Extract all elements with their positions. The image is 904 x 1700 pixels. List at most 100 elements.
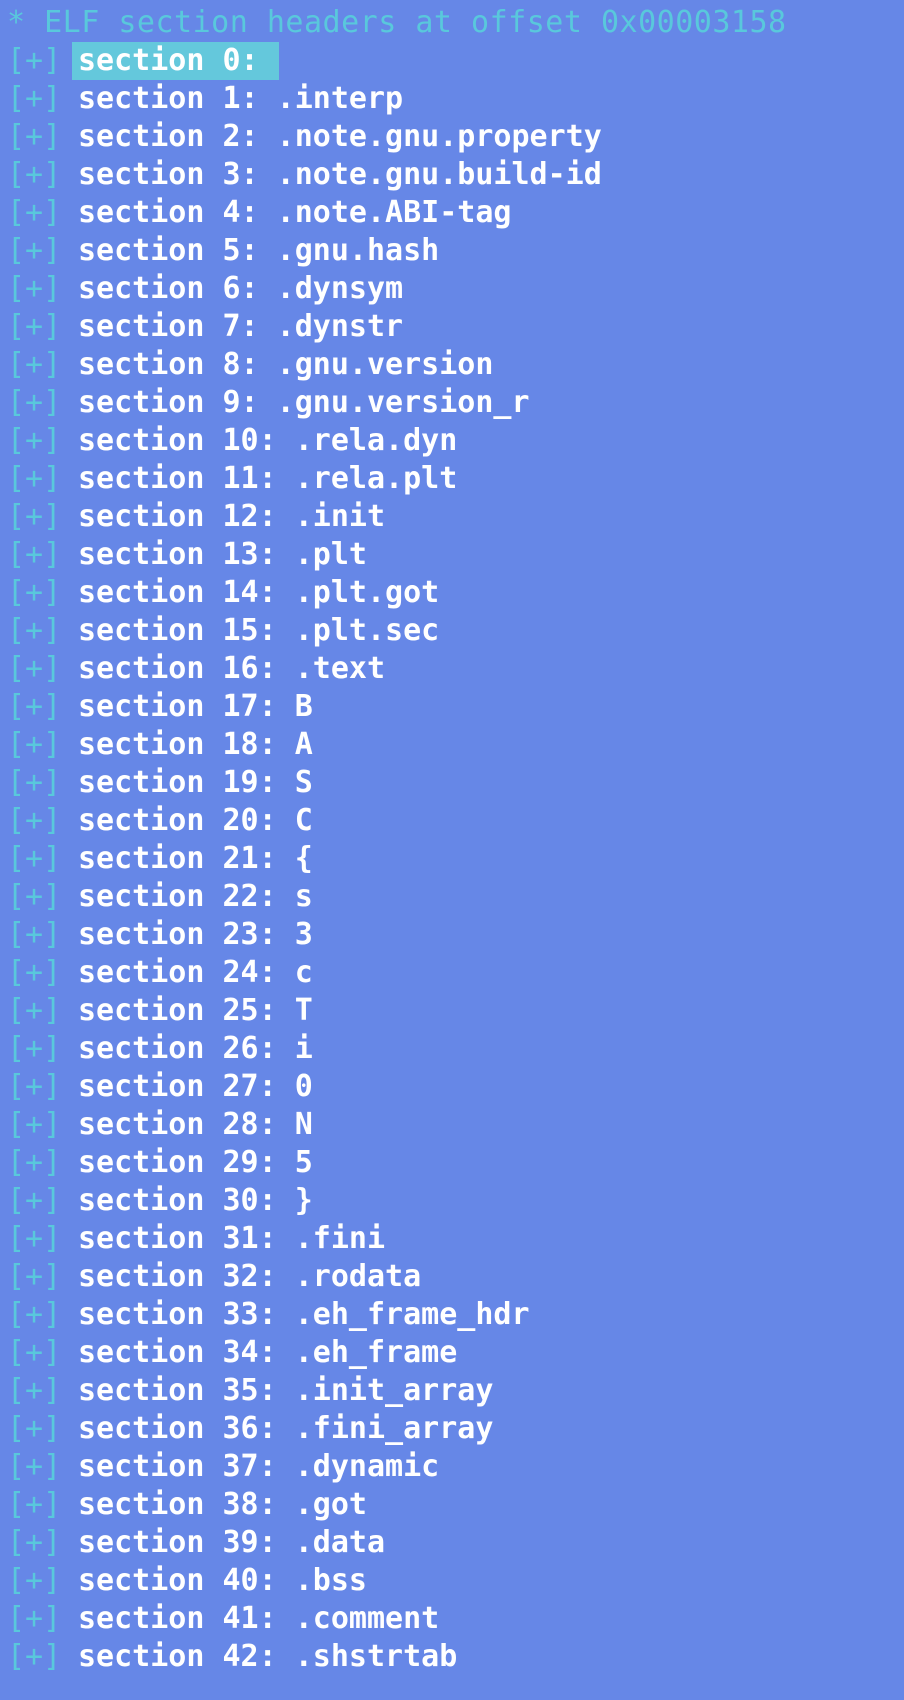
section-label[interactable]: section 30: }: [72, 1182, 315, 1220]
section-row[interactable]: [+] section 38: .got: [0, 1486, 904, 1524]
section-label[interactable]: section 3: .note.gnu.build-id: [72, 156, 604, 194]
expand-toggle-icon[interactable]: [+]: [0, 460, 72, 498]
section-label[interactable]: section 16: .text: [72, 650, 387, 688]
section-label[interactable]: section 27: 0: [72, 1068, 315, 1106]
section-row[interactable]: [+] section 30: }: [0, 1182, 904, 1220]
section-row[interactable]: [+] section 37: .dynamic: [0, 1448, 904, 1486]
section-row[interactable]: [+] section 2: .note.gnu.property: [0, 118, 904, 156]
section-row[interactable]: [+] section 31: .fini: [0, 1220, 904, 1258]
section-label[interactable]: section 21: {: [72, 840, 315, 878]
section-label[interactable]: section 39: .data: [72, 1524, 387, 1562]
section-row[interactable]: [+] section 36: .fini_array: [0, 1410, 904, 1448]
section-label[interactable]: section 31: .fini: [72, 1220, 387, 1258]
section-label-selected[interactable]: section 0:: [72, 42, 279, 80]
expand-toggle-icon[interactable]: [+]: [0, 1068, 72, 1106]
section-label[interactable]: section 33: .eh_frame_hdr: [72, 1296, 532, 1334]
section-row[interactable]: [+] section 18: A: [0, 726, 904, 764]
expand-toggle-icon[interactable]: [+]: [0, 574, 72, 612]
section-label[interactable]: section 36: .fini_array: [72, 1410, 495, 1448]
expand-toggle-icon[interactable]: [+]: [0, 916, 72, 954]
section-row[interactable]: [+] section 7: .dynstr: [0, 308, 904, 346]
section-label[interactable]: section 1: .interp: [72, 80, 405, 118]
section-label[interactable]: section 9: .gnu.version_r: [72, 384, 532, 422]
section-label[interactable]: section 19: S: [72, 764, 315, 802]
section-row[interactable]: [+] section 25: T: [0, 992, 904, 1030]
section-row[interactable]: [+] section 41: .comment: [0, 1600, 904, 1638]
section-row[interactable]: [+] section 20: C: [0, 802, 904, 840]
section-row[interactable]: [+] section 40: .bss: [0, 1562, 904, 1600]
section-row[interactable]: [+] section 3: .note.gnu.build-id: [0, 156, 904, 194]
expand-toggle-icon[interactable]: [+]: [0, 1030, 72, 1068]
expand-toggle-icon[interactable]: [+]: [0, 1106, 72, 1144]
section-row[interactable]: [+] section 17: B: [0, 688, 904, 726]
section-label[interactable]: section 26: i: [72, 1030, 315, 1068]
section-label[interactable]: section 35: .init_array: [72, 1372, 495, 1410]
section-label[interactable]: section 23: 3: [72, 916, 315, 954]
section-row[interactable]: [+] section 28: N: [0, 1106, 904, 1144]
section-label[interactable]: section 28: N: [72, 1106, 315, 1144]
expand-toggle-icon[interactable]: [+]: [0, 878, 72, 916]
expand-toggle-icon[interactable]: [+]: [0, 1448, 72, 1486]
expand-toggle-icon[interactable]: [+]: [0, 726, 72, 764]
expand-toggle-icon[interactable]: [+]: [0, 764, 72, 802]
expand-toggle-icon[interactable]: [+]: [0, 80, 72, 118]
expand-toggle-icon[interactable]: [+]: [0, 232, 72, 270]
section-row[interactable]: [+] section 21: {: [0, 840, 904, 878]
expand-toggle-icon[interactable]: [+]: [0, 1638, 72, 1676]
expand-toggle-icon[interactable]: [+]: [0, 650, 72, 688]
expand-toggle-icon[interactable]: [+]: [0, 498, 72, 536]
expand-toggle-icon[interactable]: [+]: [0, 954, 72, 992]
section-label[interactable]: section 38: .got: [72, 1486, 369, 1524]
section-row[interactable]: [+] section 24: c: [0, 954, 904, 992]
section-row[interactable]: [+] section 14: .plt.got: [0, 574, 904, 612]
section-label[interactable]: section 42: .shstrtab: [72, 1638, 459, 1676]
expand-toggle-icon[interactable]: [+]: [0, 384, 72, 422]
section-row[interactable]: [+] section 39: .data: [0, 1524, 904, 1562]
section-label[interactable]: section 18: A: [72, 726, 315, 764]
section-row[interactable]: [+] section 23: 3: [0, 916, 904, 954]
section-label[interactable]: section 41: .comment: [72, 1600, 441, 1638]
section-row[interactable]: [+] section 42: .shstrtab: [0, 1638, 904, 1676]
expand-toggle-icon[interactable]: [+]: [0, 1182, 72, 1220]
section-label[interactable]: section 22: s: [72, 878, 315, 916]
section-row[interactable]: [+] section 19: S: [0, 764, 904, 802]
section-label[interactable]: section 25: T: [72, 992, 315, 1030]
expand-toggle-icon[interactable]: [+]: [0, 1486, 72, 1524]
section-label[interactable]: section 12: .init: [72, 498, 387, 536]
section-label[interactable]: section 2: .note.gnu.property: [72, 118, 604, 156]
section-row[interactable]: [+] section 16: .text: [0, 650, 904, 688]
expand-toggle-icon[interactable]: [+]: [0, 1600, 72, 1638]
expand-toggle-icon[interactable]: [+]: [0, 1258, 72, 1296]
section-label[interactable]: section 10: .rela.dyn: [72, 422, 459, 460]
section-row[interactable]: [+] section 33: .eh_frame_hdr: [0, 1296, 904, 1334]
section-row[interactable]: [+] section 5: .gnu.hash: [0, 232, 904, 270]
section-label[interactable]: section 34: .eh_frame: [72, 1334, 459, 1372]
section-row[interactable]: [+] section 11: .rela.plt: [0, 460, 904, 498]
section-row[interactable]: [+] section 13: .plt: [0, 536, 904, 574]
expand-toggle-icon[interactable]: [+]: [0, 802, 72, 840]
expand-toggle-icon[interactable]: [+]: [0, 1524, 72, 1562]
section-row[interactable]: [+] section 22: s: [0, 878, 904, 916]
section-label[interactable]: section 20: C: [72, 802, 315, 840]
section-row[interactable]: [+] section 8: .gnu.version: [0, 346, 904, 384]
section-row[interactable]: [+] section 4: .note.ABI-tag: [0, 194, 904, 232]
expand-toggle-icon[interactable]: [+]: [0, 1334, 72, 1372]
section-label[interactable]: section 32: .rodata: [72, 1258, 423, 1296]
expand-toggle-icon[interactable]: [+]: [0, 156, 72, 194]
section-row[interactable]: [+] section 27: 0: [0, 1068, 904, 1106]
expand-toggle-icon[interactable]: [+]: [0, 118, 72, 156]
section-label[interactable]: section 5: .gnu.hash: [72, 232, 441, 270]
section-row[interactable]: [+] section 32: .rodata: [0, 1258, 904, 1296]
section-row[interactable]: [+] section 9: .gnu.version_r: [0, 384, 904, 422]
section-label[interactable]: section 29: 5: [72, 1144, 315, 1182]
section-label[interactable]: section 17: B: [72, 688, 315, 726]
section-row[interactable]: [+] section 26: i: [0, 1030, 904, 1068]
expand-toggle-icon[interactable]: [+]: [0, 1220, 72, 1258]
expand-toggle-icon[interactable]: [+]: [0, 1562, 72, 1600]
section-label[interactable]: section 15: .plt.sec: [72, 612, 441, 650]
expand-toggle-icon[interactable]: [+]: [0, 1144, 72, 1182]
section-row[interactable]: [+] section 15: .plt.sec: [0, 612, 904, 650]
expand-toggle-icon[interactable]: [+]: [0, 422, 72, 460]
section-row[interactable]: [+] section 29: 5: [0, 1144, 904, 1182]
section-label[interactable]: section 8: .gnu.version: [72, 346, 495, 384]
